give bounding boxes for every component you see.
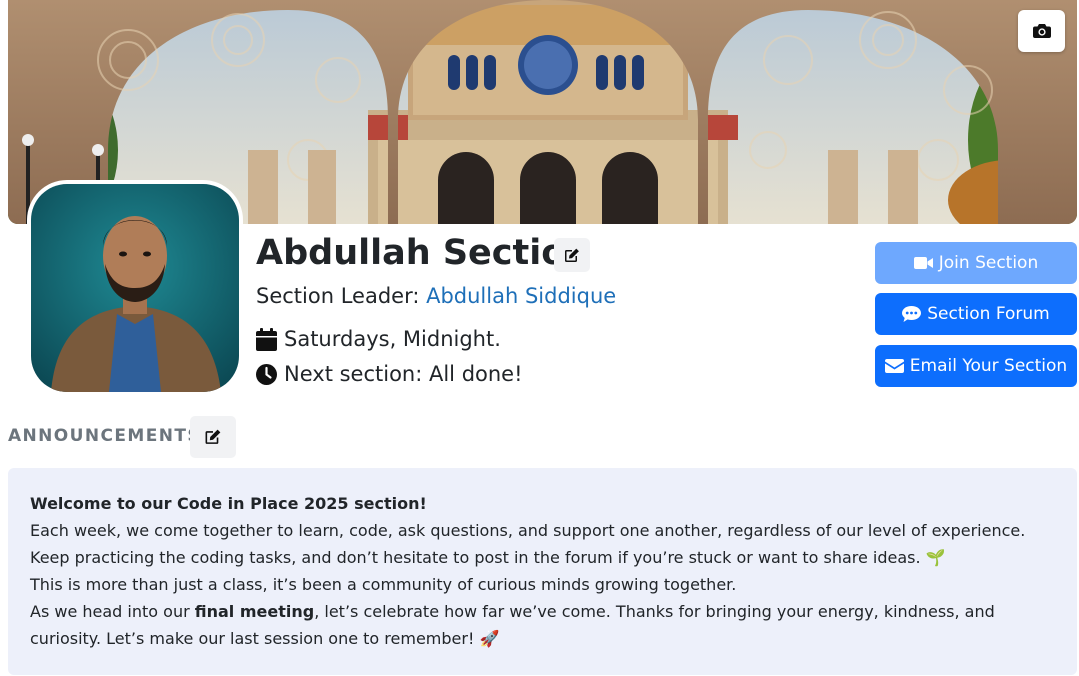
edit-icon — [205, 429, 221, 444]
camera-icon — [1032, 24, 1051, 38]
section-leader-label: Section Leader: — [256, 284, 427, 308]
comment-icon — [902, 306, 922, 322]
section-forum-button[interactable]: Section Forum — [875, 293, 1077, 335]
announcement-welcome: Welcome to our Code in Place 2025 sectio… — [30, 494, 427, 513]
email-section-button[interactable]: Email Your Section — [875, 345, 1077, 387]
schedule-line: Saturdays, Midnight. — [256, 327, 501, 351]
join-section-label: Join Section — [938, 253, 1039, 273]
clock-icon — [256, 363, 277, 385]
join-section-button[interactable]: Join Section — [875, 242, 1077, 284]
announcement-line: This is more than just a class, it’s bee… — [30, 575, 737, 594]
edit-announcements-button[interactable] — [190, 416, 236, 458]
announcement-emphasis: final meeting — [194, 602, 315, 621]
announcement-text: As we head into our — [30, 602, 195, 621]
video-camera-icon — [913, 257, 933, 269]
section-leader-line: Section Leader: Abdullah Siddique — [256, 284, 616, 308]
calendar-icon — [256, 327, 277, 351]
section-forum-label: Section Forum — [927, 304, 1050, 324]
announcement-line: Keep practicing the coding tasks, and do… — [30, 548, 946, 567]
announcement-line: curiosity. Let’s make our last session o… — [30, 629, 500, 648]
section-leader-link[interactable]: Abdullah Siddique — [426, 284, 616, 308]
announcement-text: , let’s celebrate how far we’ve come. Th… — [314, 602, 995, 621]
next-section-text: Next section: All done! — [284, 362, 523, 386]
announcements-panel: Welcome to our Code in Place 2025 sectio… — [8, 468, 1077, 675]
section-leader-avatar — [27, 180, 243, 396]
schedule-text: Saturdays, Midnight. — [284, 327, 501, 351]
edit-icon — [565, 248, 579, 262]
announcement-line: As we head into our final meeting, let’s… — [30, 598, 1055, 625]
envelope-icon — [884, 359, 904, 373]
section-title: Abdullah Section — [256, 233, 591, 273]
change-cover-button[interactable] — [1018, 10, 1065, 52]
email-section-label: Email Your Section — [909, 356, 1068, 376]
avatar-photo — [31, 184, 239, 392]
edit-section-button[interactable] — [554, 238, 590, 272]
next-section-line: Next section: All done! — [256, 362, 523, 386]
announcements-heading: ANNOUNCEMENTS — [8, 426, 201, 446]
announcement-line: Each week, we come together to learn, co… — [30, 521, 1026, 540]
